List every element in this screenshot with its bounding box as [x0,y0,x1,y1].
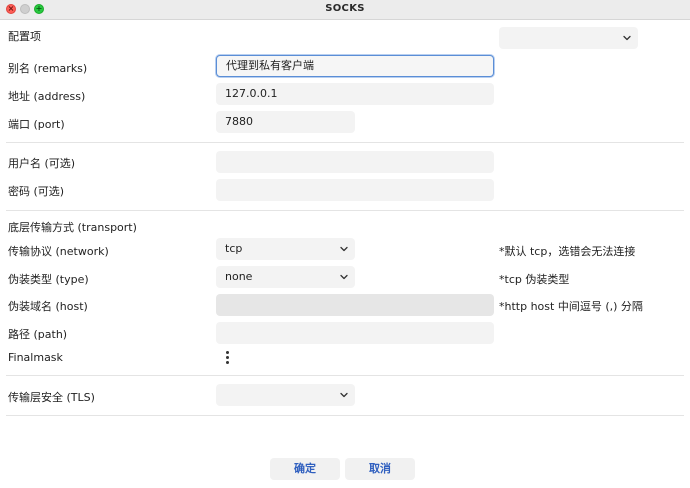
cancel-button[interactable]: 取消 [345,458,415,480]
port-input[interactable]: 7880 [216,111,355,133]
divider [6,415,684,416]
chevron-down-icon [340,274,348,280]
ok-button[interactable]: 确定 [270,458,340,480]
network-select-value: tcp [225,242,243,255]
type-label: 伪装类型 (type) [8,273,89,286]
tls-label: 传输层安全 (TLS) [8,391,95,404]
more-vertical-icon[interactable] [225,351,231,365]
host-input[interactable] [216,294,494,316]
password-input[interactable] [216,179,494,201]
divider [6,375,684,376]
tls-select[interactable] [216,384,355,406]
path-label: 路径 (path) [8,328,68,341]
network-label: 传输协议 (network) [8,245,109,258]
username-label: 用户名 (可选) [8,157,76,170]
type-select[interactable]: none [216,266,355,288]
address-label: 地址 (address) [8,90,86,103]
config-select[interactable] [499,27,638,49]
network-select[interactable]: tcp [216,238,355,260]
chevron-down-icon [340,246,348,252]
finalmask-label: Finalmask [8,351,63,364]
transport-section-label: 底层传输方式 (transport) [8,221,137,234]
remarks-input[interactable]: 代理到私有客户端 [216,55,494,77]
config-label: 配置项 [8,30,41,43]
type-hint: *tcp 伪装类型 [499,273,570,286]
address-input[interactable]: 127.0.0.1 [216,83,494,105]
remarks-label: 别名 (remarks) [8,62,88,75]
network-hint: *默认 tcp，选错会无法连接 [499,245,636,258]
divider [6,210,684,211]
chevron-down-icon [623,35,631,41]
window-title: SOCKS [325,3,365,14]
host-hint: *http host 中间逗号 (,) 分隔 [499,300,643,313]
title-bar: × + SOCKS [0,0,690,20]
type-select-value: none [225,270,253,283]
username-input[interactable] [216,151,494,173]
divider [6,142,684,143]
path-input[interactable] [216,322,494,344]
host-label: 伪装域名 (host) [8,300,88,313]
password-label: 密码 (可选) [8,185,65,198]
chevron-down-icon [340,392,348,398]
port-label: 端口 (port) [8,118,65,131]
